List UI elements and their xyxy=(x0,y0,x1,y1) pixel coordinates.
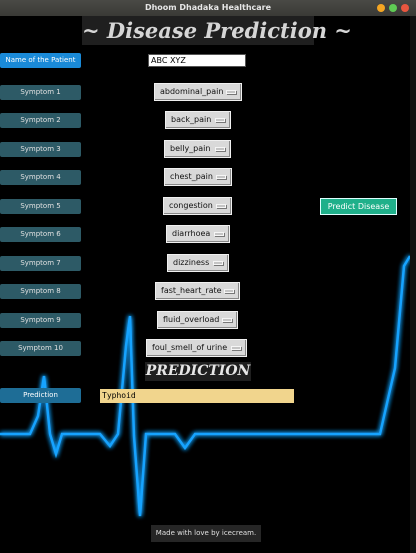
dropdown-indicator-icon xyxy=(215,147,225,151)
symptom-9-value: fluid_overload xyxy=(163,315,220,324)
predict-disease-button[interactable]: Predict Disease xyxy=(320,198,397,215)
prediction-heading: PREDICTION xyxy=(145,362,251,381)
symptom-5-label: Symptom 5 xyxy=(0,199,81,214)
symptom-6-value: diarrhoea xyxy=(172,229,211,238)
dropdown-indicator-icon xyxy=(213,261,223,265)
symptom-4-label: Symptom 4 xyxy=(0,170,81,185)
dropdown-indicator-icon xyxy=(231,346,241,350)
symptom-2-label: Symptom 2 xyxy=(0,113,81,128)
dropdown-indicator-icon xyxy=(216,204,226,208)
window-titlebar: Dhoom Dhadaka Healthcare xyxy=(0,0,416,16)
footer-credit: Made with love by icecream. xyxy=(151,525,261,542)
symptom-5-select[interactable]: congestion xyxy=(163,197,232,215)
dropdown-indicator-icon xyxy=(215,118,225,122)
dropdown-indicator-icon xyxy=(216,175,226,179)
symptom-10-label: Symptom 10 xyxy=(0,341,81,356)
dropdown-indicator-icon xyxy=(226,90,236,94)
symptom-3-value: belly_pain xyxy=(170,144,211,153)
symptom-8-select[interactable]: fast_heart_rate xyxy=(155,282,240,300)
symptom-8-value: fast_heart_rate xyxy=(161,286,222,295)
patient-name-input[interactable]: ABC XYZ xyxy=(148,54,246,67)
symptom-10-value: foul_smell_of urine xyxy=(152,343,228,352)
app-title: ~ Disease Prediction ~ xyxy=(82,16,352,45)
window-right-edge xyxy=(410,16,416,553)
symptom-3-select[interactable]: belly_pain xyxy=(164,140,231,158)
patient-name-label: Name of the Patient xyxy=(0,53,81,68)
symptom-1-select[interactable]: abdominal_pain xyxy=(154,83,242,101)
symptom-9-select[interactable]: fluid_overload xyxy=(157,311,238,329)
symptom-6-select[interactable]: diarrhoea xyxy=(166,225,230,243)
minimize-window-button[interactable] xyxy=(377,4,385,12)
symptom-9-label: Symptom 9 xyxy=(0,313,81,328)
prediction-result-field[interactable]: Typhoid xyxy=(100,389,294,403)
symptom-5-value: congestion xyxy=(169,201,213,210)
symptom-7-label: Symptom 7 xyxy=(0,256,81,271)
symptom-4-select[interactable]: chest_pain xyxy=(164,168,232,186)
window-title: Dhoom Dhadaka Healthcare xyxy=(144,3,272,12)
dropdown-indicator-icon xyxy=(214,232,224,236)
symptom-7-select[interactable]: dizziness xyxy=(167,254,229,272)
symptom-7-value: dizziness xyxy=(173,258,210,267)
symptom-10-select[interactable]: foul_smell_of urine xyxy=(146,339,247,357)
symptom-2-select[interactable]: back_pain xyxy=(165,111,231,129)
dropdown-indicator-icon xyxy=(222,318,232,322)
symptom-3-label: Symptom 3 xyxy=(0,142,81,157)
prediction-label: Prediction xyxy=(0,388,81,403)
symptom-6-label: Symptom 6 xyxy=(0,227,81,242)
symptom-1-value: abdominal_pain xyxy=(160,87,224,96)
close-window-button[interactable] xyxy=(401,4,409,12)
symptom-1-label: Symptom 1 xyxy=(0,85,81,100)
symptom-8-label: Symptom 8 xyxy=(0,284,81,299)
symptom-4-value: chest_pain xyxy=(170,172,213,181)
dropdown-indicator-icon xyxy=(224,289,234,293)
maximize-window-button[interactable] xyxy=(389,4,397,12)
symptom-2-value: back_pain xyxy=(171,115,212,124)
